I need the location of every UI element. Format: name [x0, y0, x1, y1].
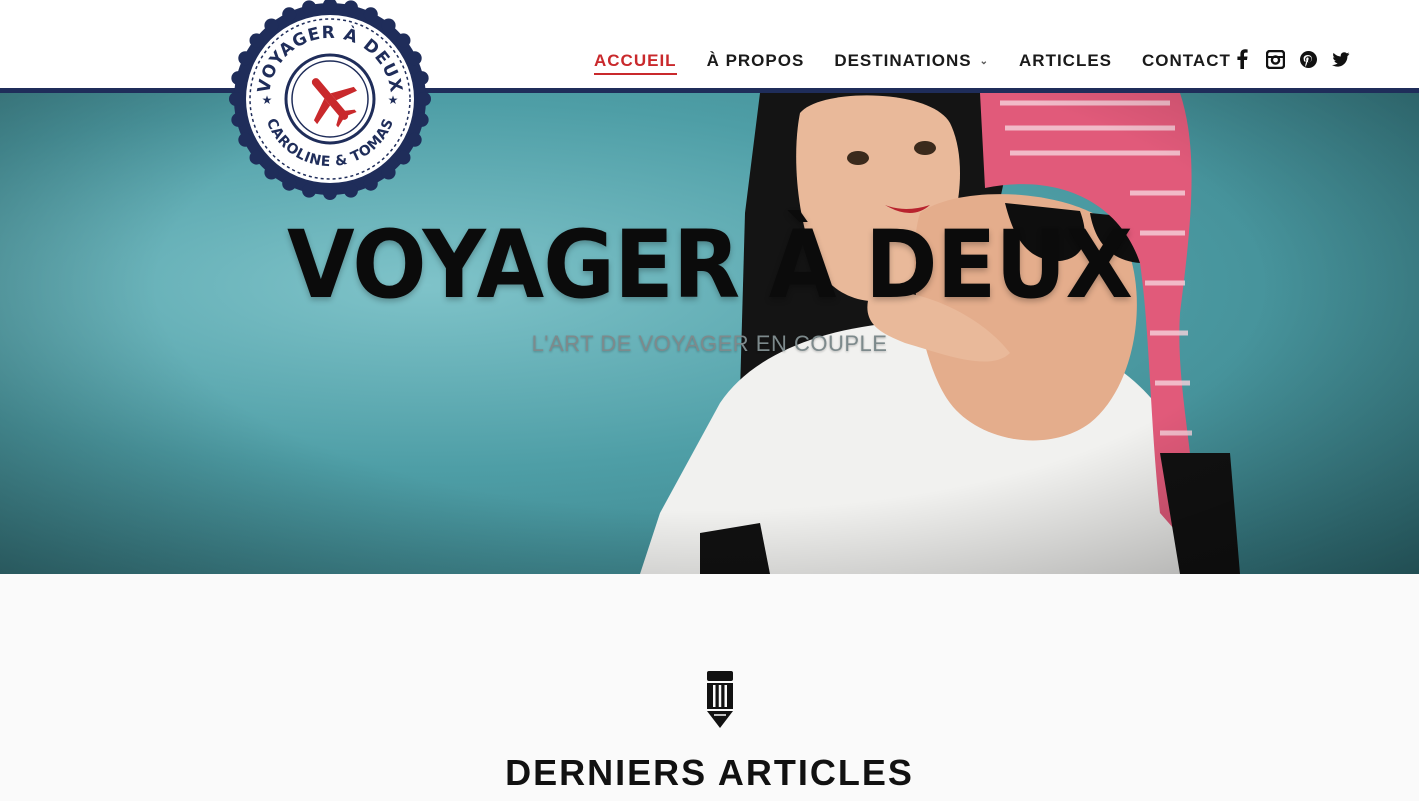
- pinterest-icon[interactable]: [1298, 49, 1318, 69]
- nav-item-a-propos[interactable]: À PROPOS: [707, 51, 805, 71]
- nav-label: ARTICLES: [1019, 51, 1113, 70]
- logo-scallop: [396, 33, 411, 48]
- svg-text:★: ★: [262, 93, 273, 107]
- logo-scallop: [414, 71, 429, 86]
- logo-scallop: [238, 132, 253, 147]
- nav-item-contact[interactable]: CONTACT: [1142, 51, 1231, 71]
- logo-scallop: [249, 33, 264, 48]
- hero-subtitle: L'ART DE VOYAGER EN COUPLE: [531, 331, 888, 356]
- logo-scallop: [414, 112, 429, 127]
- logo-scallop: [396, 150, 411, 165]
- pencil-icon: [707, 671, 733, 728]
- logo-scallop: [249, 150, 264, 165]
- instagram-icon[interactable]: [1265, 49, 1285, 69]
- nav-label: CONTACT: [1142, 51, 1231, 70]
- svg-text:★: ★: [388, 93, 399, 107]
- logo-scallop: [302, 183, 317, 198]
- logo-scallop: [363, 7, 378, 22]
- logo-scallop: [229, 92, 243, 106]
- logo-badge: ★ ★ VOYAGER À DEUX CAROLINE & TOMAS: [229, 0, 431, 200]
- hero-title: VOYAGER À DEUX: [287, 211, 1133, 320]
- chevron-down-icon: ⌄: [979, 55, 990, 67]
- logo-scallop: [231, 71, 246, 86]
- logo-scallop: [407, 51, 422, 66]
- nav-label: DESTINATIONS: [834, 51, 972, 70]
- facebook-icon[interactable]: [1232, 49, 1252, 69]
- twitter-icon[interactable]: [1331, 49, 1351, 69]
- site-header: ACCUEIL À PROPOS DESTINATIONS ⌄ ARTICLES…: [0, 0, 1419, 89]
- site-logo[interactable]: ★ ★ VOYAGER À DEUX CAROLINE & TOMAS: [229, 0, 431, 200]
- logo-scallop: [343, 0, 358, 15]
- logo-scallop: [302, 0, 317, 15]
- nav-item-accueil[interactable]: ACCUEIL: [594, 51, 677, 75]
- logo-scallop: [407, 132, 422, 147]
- logo-scallop: [381, 18, 396, 33]
- nav-label: ACCUEIL: [594, 51, 677, 70]
- logo-scallop: [282, 176, 297, 191]
- page: ACCUEIL À PROPOS DESTINATIONS ⌄ ARTICLES…: [0, 0, 1419, 801]
- logo-scallop: [282, 7, 297, 22]
- logo-scallop: [264, 165, 279, 180]
- section-title: DERNIERS ARTICLES: [505, 752, 914, 793]
- logo-scallop: [264, 18, 279, 33]
- logo-scallop: [381, 165, 396, 180]
- logo-scallop: [417, 92, 431, 106]
- nav-item-articles[interactable]: ARTICLES: [1019, 51, 1112, 71]
- logo-scallop: [231, 112, 246, 127]
- social-links: [1232, 49, 1364, 69]
- nav-label: À PROPOS: [706, 51, 805, 70]
- main-nav: ACCUEIL À PROPOS DESTINATIONS ⌄ ARTICLES…: [594, 50, 1261, 75]
- logo-scallop: [343, 183, 358, 198]
- nav-item-destinations[interactable]: DESTINATIONS ⌄: [834, 51, 989, 71]
- logo-scallop: [363, 176, 378, 191]
- logo-scallop: [238, 51, 253, 66]
- logo-scallop: [323, 186, 337, 200]
- hero-banner: VOYAGER À DEUX L'ART DE VOYAGER EN COUPL…: [0, 93, 1419, 574]
